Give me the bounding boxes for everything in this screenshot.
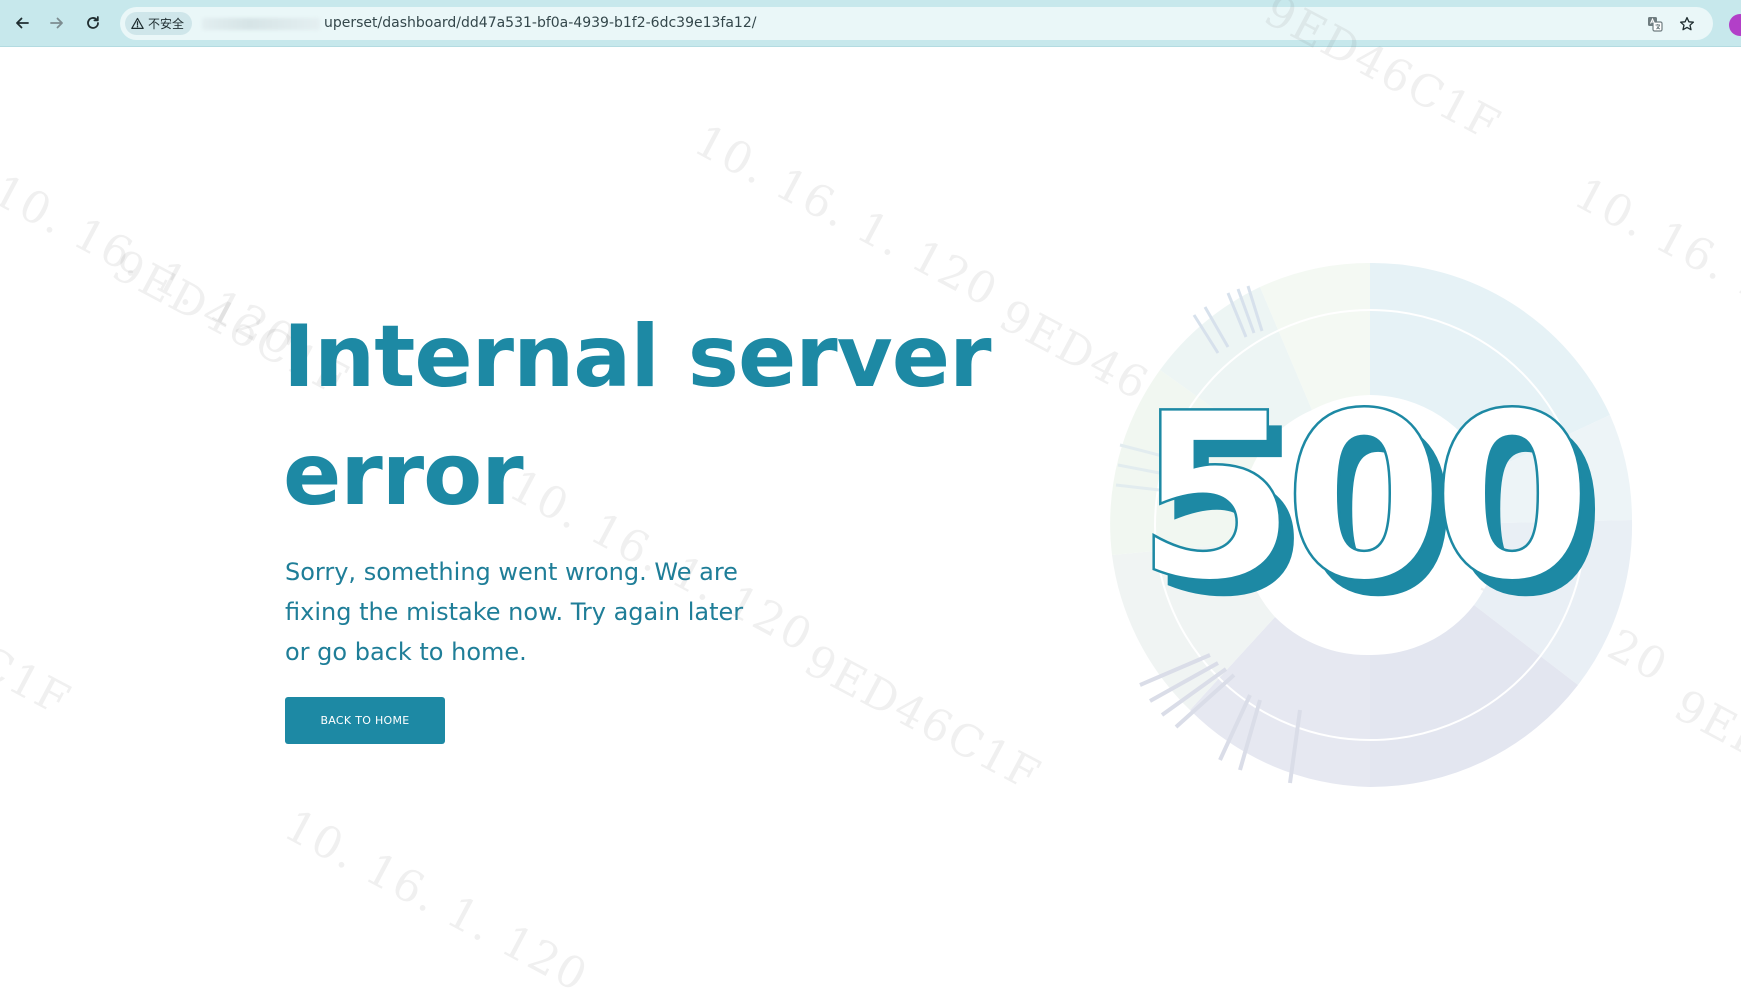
translate-icon [1648,17,1663,32]
back-arrow-icon [16,17,29,29]
error-message: Sorry, something went wrong. We are fixi… [285,558,744,666]
error-title: Internal server error [283,307,991,525]
translate-button[interactable] [1645,14,1665,34]
back-button[interactable] [9,10,35,36]
watermark-ip: 10. 16. 1. 120 [276,800,597,1003]
error-code-500: 500 500 [1135,364,1608,648]
url-text[interactable]: uperset/dashboard/dd47a531-bf0a-4939-b1f… [324,15,756,31]
security-indicator[interactable]: 不安全 [125,12,193,35]
reload-button[interactable] [80,10,106,36]
watermark-ip: 10. 16. 1. 120 [686,115,1007,318]
security-label: 不安全 [148,17,185,31]
watermark-code: 9ED46C1F [0,560,80,727]
back-to-home-button[interactable]: BACK TO HOME [285,697,445,744]
warning-triangle-icon [131,17,144,29]
profile-avatar[interactable] [1729,14,1741,36]
star-icon [1679,16,1695,31]
address-bar[interactable]: 不安全 uperset/dashboard/dd47a531-bf0a-4939… [120,7,1713,40]
redacted-host [202,18,320,30]
browser-toolbar: 不安全 uperset/dashboard/dd47a531-bf0a-4939… [0,0,1741,47]
forward-arrow-icon [50,17,63,29]
forward-button[interactable] [44,10,70,36]
watermark-code: 9ED46C1F [796,635,1050,802]
watermark-ip: 10. 16. 1. 120 [0,165,305,368]
watermark-code: 9ED46C1F [1666,680,1741,847]
reload-icon [87,16,99,29]
error-code-text: 500 [1136,365,1582,632]
bookmark-button[interactable] [1677,14,1697,34]
error-500-illustration: 500 500 [1110,262,1633,788]
